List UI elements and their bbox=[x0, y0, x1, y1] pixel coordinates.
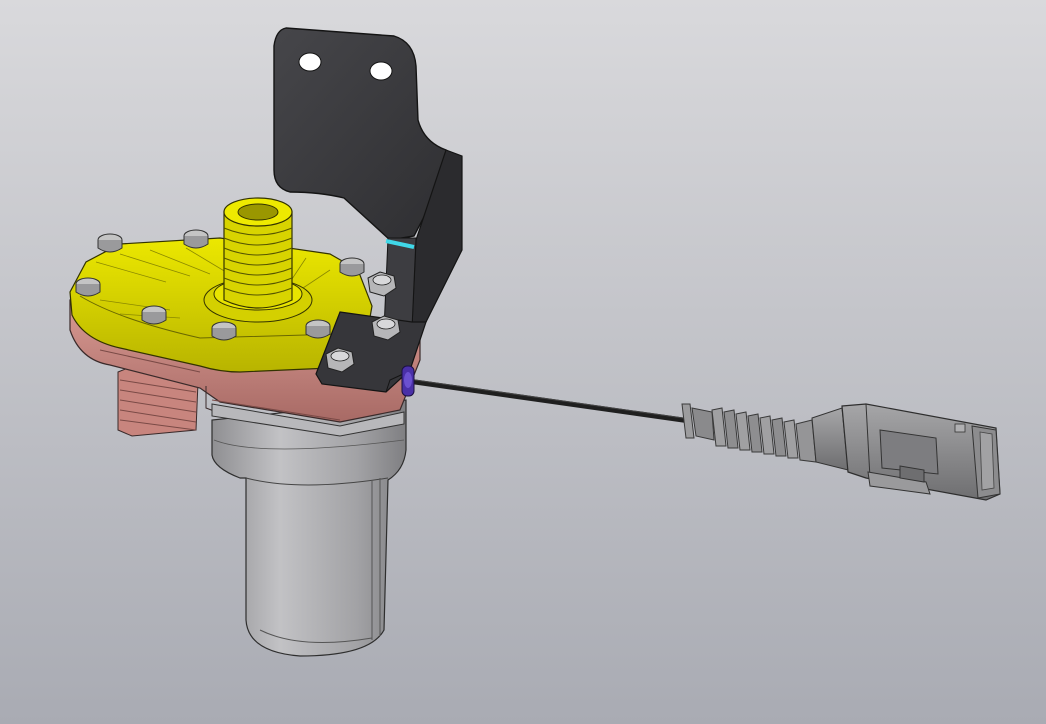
cable-grommet bbox=[401, 365, 415, 397]
bracket-hole bbox=[298, 52, 322, 72]
screw bbox=[97, 233, 123, 253]
3d-viewport[interactable] bbox=[0, 0, 1046, 724]
inlet-nozzle[interactable] bbox=[223, 197, 293, 309]
screw bbox=[141, 305, 167, 325]
screw bbox=[183, 229, 209, 249]
screw bbox=[75, 277, 101, 297]
bracket-hole bbox=[369, 61, 393, 81]
screw bbox=[305, 319, 331, 339]
screw bbox=[211, 321, 237, 341]
screw bbox=[339, 257, 365, 277]
cad-model-view[interactable] bbox=[0, 0, 1046, 724]
